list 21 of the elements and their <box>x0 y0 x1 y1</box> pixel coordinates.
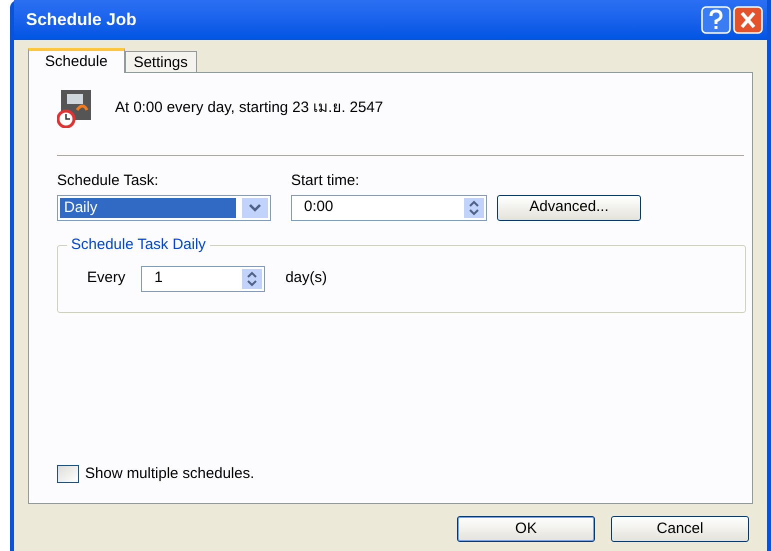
unit-label: day(s) <box>285 268 328 288</box>
field-label: Schedule Task: <box>57 171 160 191</box>
scheduled-task-icon <box>57 88 93 128</box>
field-label: Every <box>87 268 126 288</box>
checkbox-label: Show multiple schedules. <box>85 464 254 484</box>
every-days-field[interactable]: 1 <box>141 266 266 292</box>
spinner-arrows-icon[interactable] <box>242 268 262 288</box>
help-icon[interactable] <box>701 6 731 34</box>
schedule-task-dropdown[interactable]: Daily <box>57 194 271 220</box>
advanced-button[interactable]: Advanced... <box>497 194 641 220</box>
dialog-button[interactable]: Cancel <box>611 516 749 542</box>
checkbox[interactable] <box>57 464 79 483</box>
close-icon[interactable] <box>733 6 763 34</box>
start-time-field[interactable]: 0:00 <box>291 194 487 220</box>
tab[interactable]: Settings <box>124 51 197 72</box>
field-label: Start time: <box>291 171 360 191</box>
window-title: Schedule Job <box>26 9 138 32</box>
dialog-button[interactable]: OK <box>457 516 595 542</box>
schedule-summary: At 0:00 every day, starting 23 เม.ย. 2547 <box>115 98 384 118</box>
tab[interactable]: Schedule <box>28 48 125 73</box>
spinner-arrows-icon[interactable] <box>464 198 484 218</box>
